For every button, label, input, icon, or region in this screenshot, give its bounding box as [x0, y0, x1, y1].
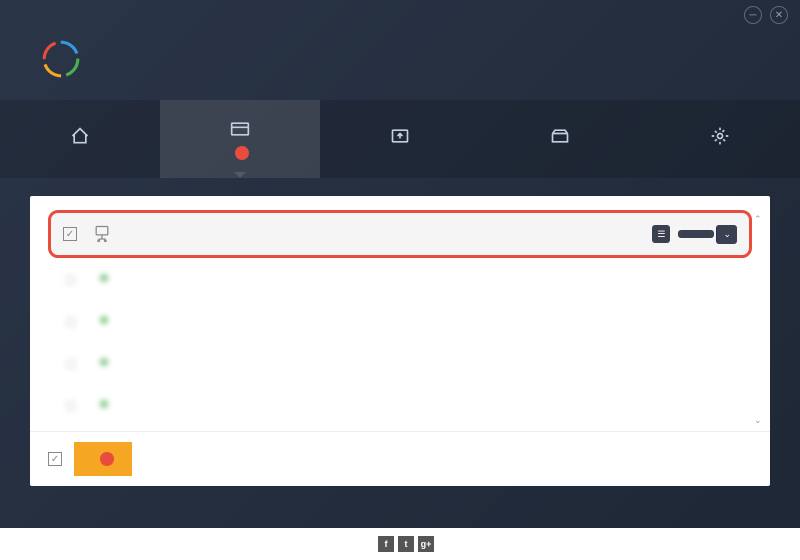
home-icon	[69, 125, 91, 147]
gear-icon	[709, 125, 731, 147]
scrollbar[interactable]: ⌃ ⌄	[754, 214, 766, 426]
facebook-icon[interactable]: f	[378, 536, 394, 552]
nav-settings[interactable]	[640, 100, 800, 178]
nav-restore[interactable]	[480, 100, 640, 178]
system-device-icon: ▢	[60, 394, 82, 416]
nav-driver-updates[interactable]	[160, 100, 320, 178]
nav-home[interactable]	[0, 100, 160, 178]
status-ok-icon	[100, 274, 108, 282]
twitter-icon[interactable]: t	[398, 536, 414, 552]
titlebar: ─ ✕	[0, 0, 800, 30]
update-button[interactable]	[678, 230, 714, 238]
backup-icon	[389, 125, 411, 147]
restore-icon	[549, 125, 571, 147]
status-ok-icon	[100, 400, 108, 408]
network-device-icon	[91, 223, 113, 245]
display-device-icon: ▢	[60, 268, 82, 290]
status-ok-icon	[100, 316, 108, 324]
scroll-down-icon[interactable]: ⌄	[754, 415, 762, 426]
driver-row-highlighted[interactable]: ✓ ☰ ⌄	[48, 210, 752, 258]
select-all-checkbox[interactable]: ✓	[48, 452, 62, 466]
system-device-icon: ▢	[60, 352, 82, 374]
checkbox-icon[interactable]: ✓	[63, 227, 77, 241]
driver-row[interactable]: ▢	[48, 342, 752, 384]
update-dropdown-icon[interactable]: ⌄	[716, 225, 737, 244]
updates-icon	[229, 118, 251, 140]
action-bar: ✓	[30, 431, 770, 486]
nav-backup[interactable]	[320, 100, 480, 178]
app-logo-icon	[40, 38, 82, 80]
googleplus-icon[interactable]: g+	[418, 536, 434, 552]
details-icon[interactable]: ☰	[652, 225, 670, 243]
minimize-button[interactable]: ─	[744, 6, 762, 24]
driver-list-panel: ✓ ☰ ⌄ ▢ ▢ ▢ ▢	[30, 196, 770, 486]
scroll-up-icon[interactable]: ⌃	[754, 214, 762, 225]
driver-row[interactable]: ▢	[48, 300, 752, 342]
social-links: f t g+	[378, 536, 434, 552]
driver-row[interactable]: ▢	[48, 258, 752, 300]
footer: f t g+	[0, 528, 800, 560]
status-ok-icon	[100, 358, 108, 366]
audio-device-icon: ▢	[60, 310, 82, 332]
main-nav	[0, 100, 800, 178]
driver-row[interactable]: ▢	[48, 384, 752, 426]
download-install-button[interactable]	[74, 442, 132, 476]
driver-info	[127, 233, 638, 235]
close-button[interactable]: ✕	[770, 6, 788, 24]
updates-count-badge	[235, 146, 249, 160]
header	[0, 30, 800, 100]
install-count-badge	[100, 452, 114, 466]
